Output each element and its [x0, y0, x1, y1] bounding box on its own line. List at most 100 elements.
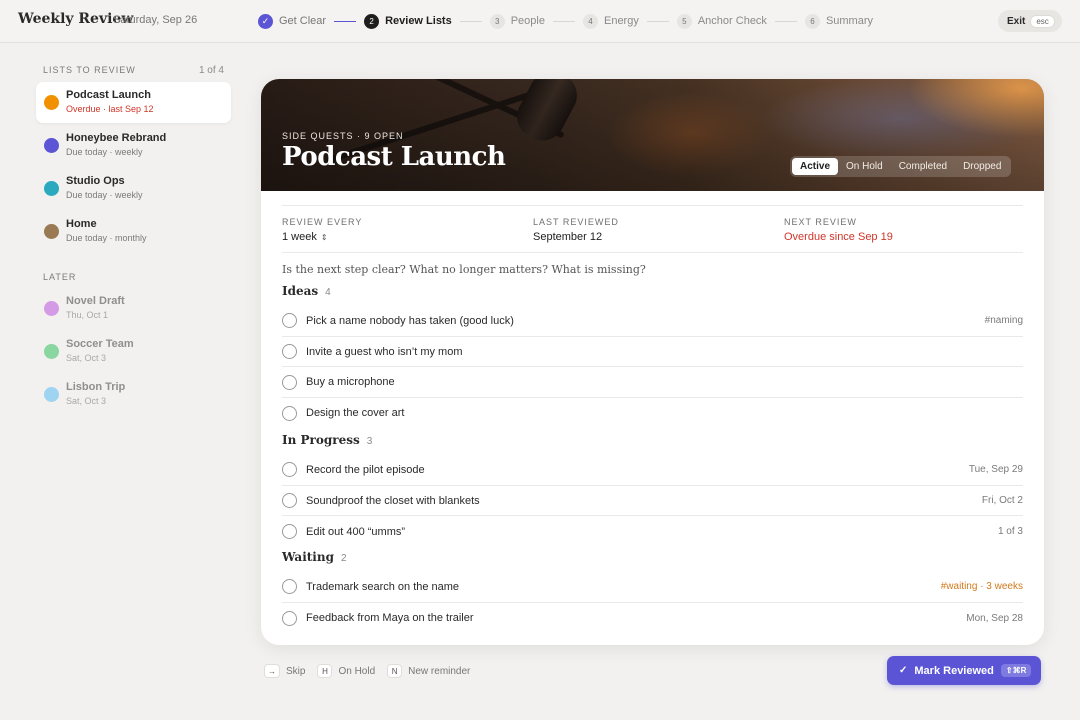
task-row: Design the cover art [282, 398, 1023, 429]
task-checkbox[interactable] [282, 344, 297, 360]
step-4[interactable]: 4 Energy [582, 13, 639, 29]
step-6[interactable]: 6 Summary [804, 13, 873, 29]
hint-skip[interactable]: → Skip [264, 664, 305, 678]
sidebar: LISTS TO REVIEW 1 of 4 Podcast Launch Ove… [36, 60, 231, 415]
last-reviewed-label: LAST REVIEWED [533, 217, 619, 227]
list-due: Due today · weekly [66, 190, 143, 200]
task-section: Ideas 4 Pick a name nobody has taken (good… [282, 284, 1023, 429]
task-meta: #naming [984, 315, 1023, 327]
sidebar-header: LISTS TO REVIEW 1 of 4 [36, 60, 231, 80]
sidebar-list-item[interactable]: Studio Ops Due today · weekly [36, 168, 231, 209]
list-due: Thu, Oct 1 [66, 310, 109, 320]
section-header: Waiting 2 [282, 550, 1023, 572]
hint-new-reminder[interactable]: N New reminder [387, 664, 470, 678]
step-number: 6 [804, 13, 820, 29]
task-title[interactable]: Pick a name nobody has taken (good luck) [306, 315, 514, 327]
next-review-label: NEXT REVIEW [784, 217, 857, 227]
list-kicker: SIDE QUESTS · 9 OPEN [282, 131, 404, 141]
sidebar-later-item[interactable]: Lisbon Trip Sat, Oct 3 [36, 374, 231, 415]
task-title[interactable]: Buy a microphone [306, 376, 395, 388]
step-number: 5 [676, 13, 692, 29]
sidebar-list-item[interactable]: Home Due today · monthly [36, 211, 231, 252]
mark-reviewed-button[interactable]: ✓ Mark Reviewed ⇧⌘R [887, 656, 1041, 685]
updown-icon: ⇕ [320, 233, 328, 242]
step-label: Get Clear [279, 15, 327, 27]
task-title[interactable]: Soundproof the closet with blankets [306, 495, 480, 507]
task-checkbox[interactable] [282, 579, 297, 595]
sidebar-later-item[interactable]: Novel Draft Thu, Oct 1 [36, 288, 231, 329]
step-connector [646, 20, 669, 22]
task-title[interactable]: Edit out 400 “umms” [306, 526, 405, 538]
list-due: Due today · monthly [66, 233, 147, 243]
status-option-dropped[interactable]: Dropped [955, 158, 1009, 175]
step-2[interactable]: 2 Review Lists [364, 13, 452, 29]
status-option-completed[interactable]: Completed [891, 158, 955, 175]
task-section: Waiting 2 Trademark search on the name #wai… [282, 550, 1023, 633]
task-title[interactable]: Invite a guest who isn’t my mom [306, 346, 463, 358]
hint-label: Skip [286, 665, 306, 677]
task-row: Feedback from Maya on the trailer Mon, Se… [282, 603, 1023, 634]
review-card: SIDE QUESTS · 9 OPEN Podcast Launch Acti… [261, 79, 1044, 645]
list-color-dot [44, 181, 59, 196]
list-name: Home [66, 218, 97, 230]
exit-button[interactable]: Exit esc [998, 10, 1062, 32]
task-title[interactable]: Design the cover art [306, 407, 404, 419]
last-reviewed-value: September 12 [533, 231, 603, 243]
sidebar-later-item[interactable]: Soccer Team Sat, Oct 3 [36, 331, 231, 372]
hint-key: → [264, 664, 280, 678]
last-reviewed: LAST REVIEWED September 12 [533, 217, 619, 243]
review-every: REVIEW EVERY 1 week ⇕ [282, 217, 362, 243]
section-title: In Progress [282, 433, 360, 447]
step-label: Energy [603, 15, 639, 27]
task-checkbox[interactable] [282, 405, 297, 421]
list-color-dot [44, 301, 59, 316]
step-connector [459, 20, 482, 22]
step-label: Review Lists [385, 15, 452, 27]
next-review: NEXT REVIEW Overdue since Sep 19 [784, 217, 893, 243]
task-checkbox[interactable] [282, 524, 297, 540]
hint-label: On Hold [338, 665, 376, 677]
check-icon: ✓ [899, 665, 908, 676]
task-row: Pick a name nobody has taken (good luck)… [282, 306, 1023, 337]
section-title: Waiting [282, 550, 334, 564]
task-title[interactable]: Trademark search on the name [306, 581, 459, 593]
status-option-on-hold[interactable]: On Hold [838, 158, 891, 175]
list-name: Podcast Launch [66, 89, 151, 101]
status-option-active[interactable]: Active [792, 158, 839, 175]
list-name: Soccer Team [66, 338, 134, 350]
hint-key: H [317, 664, 333, 678]
step-5[interactable]: 5 Anchor Check [676, 13, 767, 29]
hint-key: N [387, 664, 403, 678]
later-heading: LATER [43, 272, 77, 282]
stepper: ✓ Get Clear 2 Review Lists 3 People 4 Energy 5 An… [258, 13, 873, 29]
task-checkbox[interactable] [282, 374, 297, 390]
section-title: Ideas [282, 284, 319, 298]
step-label: Anchor Check [697, 15, 767, 27]
task-section: In Progress 3 Record the pilot episode Tue,… [282, 433, 1023, 547]
review-every-stepper[interactable]: 1 week ⇕ [282, 231, 362, 243]
task-title[interactable]: Feedback from Maya on the trailer [306, 612, 474, 624]
task-row: Invite a guest who isn’t my mom [282, 337, 1023, 368]
step-connector [334, 20, 357, 22]
task-title[interactable]: Record the pilot episode [306, 464, 425, 476]
exit-shortcut: esc [1030, 14, 1055, 28]
task-row: Record the pilot episode Tue, Sep 29 [282, 455, 1023, 486]
step-label: People [510, 15, 545, 27]
step-3[interactable]: 3 People [489, 13, 545, 29]
task-checkbox[interactable] [282, 610, 297, 626]
sidebar-list-item[interactable]: Honeybee Rebrand Due today · weekly [36, 125, 231, 166]
mark-reviewed-label: Mark Reviewed [914, 664, 994, 677]
review-every-value: 1 week [282, 231, 317, 243]
task-checkbox[interactable] [282, 493, 297, 509]
task-checkbox[interactable] [282, 462, 297, 478]
hint-on-hold[interactable]: H On Hold [317, 664, 375, 678]
sidebar-list-item[interactable]: Podcast Launch Overdue · last Sep 12 [36, 82, 231, 123]
task-meta: #waiting · 3 weeks [940, 581, 1023, 593]
task-row: Edit out 400 “umms” 1 of 3 [282, 516, 1023, 547]
task-checkbox[interactable] [282, 313, 297, 329]
list-title: Podcast Launch [282, 142, 506, 172]
step-number: 2 [364, 13, 380, 29]
list-name: Honeybee Rebrand [66, 132, 167, 144]
section-count: 4 [325, 287, 331, 298]
step-1[interactable]: ✓ Get Clear [258, 13, 327, 29]
